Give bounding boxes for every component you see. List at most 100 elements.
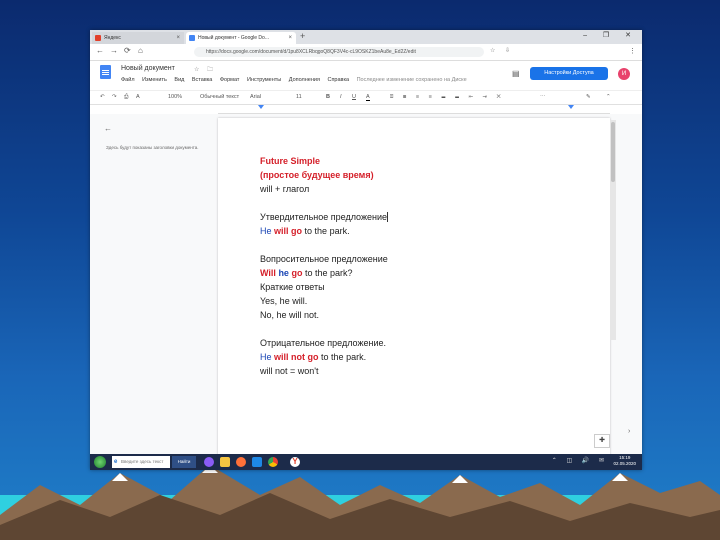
font-select[interactable]: Arial xyxy=(250,94,261,100)
affirmative-example: He will go to the park. xyxy=(260,226,350,236)
system-tray-icon[interactable]: ⌃ ◫ 🔊 ✉ xyxy=(552,457,608,464)
menu-help[interactable]: Справка xyxy=(327,77,349,83)
star-folder-icon[interactable]: ☆ 🗀 xyxy=(194,65,216,75)
text-color-button[interactable]: A xyxy=(366,94,370,101)
heading-future-simple: Future Simple xyxy=(260,156,321,166)
negative-heading: Отрицательное предложение. xyxy=(260,338,386,348)
reload-icon[interactable]: ⟳ xyxy=(124,46,131,55)
undo-icon[interactable]: ↶ xyxy=(100,94,105,100)
tab-label: Яндекс xyxy=(104,35,121,41)
text-cursor xyxy=(386,212,388,222)
forward-icon[interactable]: → xyxy=(110,46,118,55)
clock-date: 02.05.2020 xyxy=(613,461,636,466)
editing-mode-icon[interactable]: ✎ xyxy=(586,94,591,100)
paragraph-tools-icon[interactable]: ⌸ ⊞ ≡ ≡ ☰ ☰ ⇤ ⇥ ✕ xyxy=(390,94,505,101)
bold-button[interactable]: B xyxy=(326,94,330,100)
spellcheck-icon[interactable]: A xyxy=(136,94,140,100)
avatar[interactable]: И xyxy=(618,68,630,80)
italic-button[interactable]: I xyxy=(340,94,342,100)
start-button[interactable] xyxy=(94,456,106,468)
docs-favicon-icon xyxy=(189,35,195,41)
address-toolbar: ← → ⟳ ⌂ https://docs.google.com/document… xyxy=(90,44,642,61)
outline-back-icon[interactable]: ← xyxy=(104,124,112,133)
explore-button[interactable]: ✚ xyxy=(594,434,610,448)
side-panel-toggle-icon[interactable]: › xyxy=(628,428,630,435)
menu-file[interactable]: Файл xyxy=(121,77,135,83)
right-indent-marker[interactable] xyxy=(568,105,574,109)
font-size-select[interactable]: 11 xyxy=(296,94,302,100)
ruler xyxy=(218,105,610,114)
underline-button[interactable]: U xyxy=(352,94,356,100)
folder-icon[interactable] xyxy=(220,457,230,467)
affirmative-heading-text: Утвердительное предложение xyxy=(260,212,387,222)
clock[interactable]: 15:19 02.05.2020 xyxy=(613,455,636,467)
verb-will-go: will go xyxy=(274,226,303,236)
photos-icon[interactable] xyxy=(252,457,262,467)
sentence-rest: to the park. xyxy=(304,226,350,236)
aux-will: Will xyxy=(260,268,276,278)
short-answer-yes: Yes, he will. xyxy=(260,296,308,306)
close-tab-icon[interactable]: × xyxy=(176,32,180,44)
negative-example: He will not go to the park. xyxy=(260,352,366,362)
tab-label: Новый документ - Google Do... xyxy=(198,35,269,41)
redo-icon[interactable]: ↷ xyxy=(112,94,117,100)
yandex-favicon-icon xyxy=(95,35,101,41)
yandex-browser-icon[interactable]: Y xyxy=(290,457,300,467)
outline-placeholder: Здесь будут показаны заголовки документа… xyxy=(106,145,199,150)
more-icon[interactable]: ⋯ xyxy=(540,94,546,100)
formatting-toolbar: ↶ ↷ ⎙ A 100% Обычный текст Arial 11 B I … xyxy=(90,90,642,105)
home-icon[interactable]: ⌂ xyxy=(138,46,143,55)
document-canvas: ← Здесь будут показаны заголовки докумен… xyxy=(90,114,642,458)
menu-addons[interactable]: Дополнения xyxy=(289,77,320,83)
verb-will-not-go: will not go xyxy=(274,352,319,362)
sentence-rest: to the park? xyxy=(304,268,353,278)
contraction-text: will not = won't xyxy=(260,366,319,376)
new-tab-button[interactable]: + xyxy=(300,31,305,41)
question-heading: Вопросительное предложение xyxy=(260,254,388,264)
browser-menu-icon[interactable]: ⋮ xyxy=(629,47,636,55)
left-indent-marker[interactable] xyxy=(258,105,264,109)
comments-icon[interactable]: ▤ xyxy=(512,69,520,78)
style-select[interactable]: Обычный текст xyxy=(200,94,239,100)
tab-bar: Яндекс × Новый документ - Google Do... ×… xyxy=(90,30,642,44)
taskbar-search-input[interactable]: Введите здесь текст для поиска xyxy=(112,456,170,468)
sentence-rest: to the park. xyxy=(321,352,367,362)
window-controls[interactable]: – ❐ ✕ xyxy=(583,31,638,39)
tab-yandex[interactable]: Яндекс × xyxy=(92,32,184,44)
windows-taskbar: Введите здесь текст для поиска Найти Y ⌃… xyxy=(90,454,642,470)
menu-view[interactable]: Вид xyxy=(174,77,184,83)
chrome-icon[interactable] xyxy=(268,457,278,467)
scrollbar-thumb[interactable] xyxy=(611,122,615,182)
menu-edit[interactable]: Изменить xyxy=(142,77,167,83)
firefox-icon[interactable] xyxy=(236,457,246,467)
last-edit-link[interactable]: Последнее изменение сохранено на Диске xyxy=(357,77,467,83)
menu-tools[interactable]: Инструменты xyxy=(247,77,281,83)
subject-he: He xyxy=(260,226,272,236)
url-bar[interactable]: https://docs.google.com/document/d/1pu8X… xyxy=(194,47,484,57)
collapse-icon[interactable]: ⌃ xyxy=(606,94,611,100)
document-page[interactable]: Future Simple (простое будущее время) wi… xyxy=(218,118,610,458)
app-icon[interactable] xyxy=(204,457,214,467)
share-settings-button[interactable]: Настройки Доступа xyxy=(530,67,608,80)
back-icon[interactable]: ← xyxy=(96,46,104,55)
verb-go: go xyxy=(291,268,303,278)
document-title[interactable]: Новый документ xyxy=(121,65,175,72)
zoom-select[interactable]: 100% xyxy=(168,94,182,100)
url-actions-icon[interactable]: ☆ ⇩ xyxy=(490,47,514,54)
find-button[interactable]: Найти xyxy=(172,456,196,468)
print-icon[interactable]: ⎙ xyxy=(124,94,128,101)
short-answers-heading: Краткие ответы xyxy=(260,282,325,292)
menu-format[interactable]: Формат xyxy=(220,77,240,83)
tab-google-docs[interactable]: Новый документ - Google Do... × xyxy=(186,32,296,44)
heading-simple-future-ru: (простое будущее время) xyxy=(260,170,374,180)
docs-header: Новый документ ☆ 🗀 Файл Изменить Вид Вст… xyxy=(90,61,642,89)
browser-screenshot: Яндекс × Новый документ - Google Do... ×… xyxy=(90,30,642,470)
menu-insert[interactable]: Вставка xyxy=(192,77,212,83)
vertical-scrollbar[interactable] xyxy=(610,120,616,340)
subject-he: he xyxy=(278,268,289,278)
google-docs-logo-icon[interactable] xyxy=(100,65,111,79)
short-answer-no: No, he will not. xyxy=(260,310,320,320)
close-tab-icon[interactable]: × xyxy=(288,32,292,44)
question-example: Will he go to the park? xyxy=(260,268,353,278)
formula-text: will + глагол xyxy=(260,184,310,194)
